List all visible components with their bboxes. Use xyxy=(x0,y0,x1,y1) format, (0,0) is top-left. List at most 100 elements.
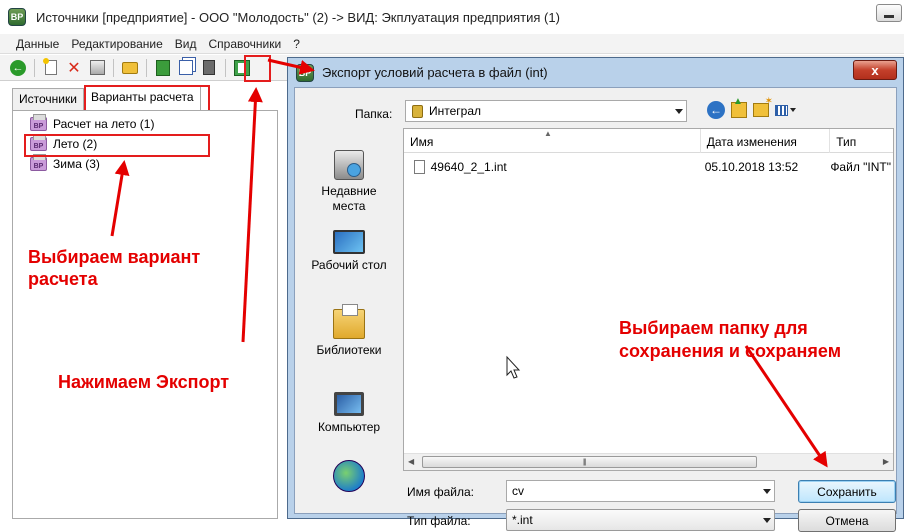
menu-edit[interactable]: Редактирование xyxy=(65,37,168,51)
back-icon[interactable]: ← xyxy=(707,101,725,119)
file-date: 05.10.2018 13:52 xyxy=(704,160,799,174)
place-label: Компьютер xyxy=(317,420,381,434)
column-date[interactable]: Дата изменения xyxy=(701,129,831,153)
desktop-icon xyxy=(333,230,365,254)
app-icon-text: BP xyxy=(298,67,312,78)
open-folder-icon xyxy=(122,61,138,74)
app-icon: BP xyxy=(8,8,26,26)
menu-view[interactable]: Вид xyxy=(169,37,203,51)
filename-label: Имя файла: xyxy=(407,485,474,499)
properties-icon xyxy=(89,60,105,75)
place-computer[interactable]: Компьютер xyxy=(299,392,399,435)
column-name[interactable]: ▲ Имя xyxy=(404,129,701,153)
document-icon xyxy=(203,60,215,75)
back-button[interactable]: ← xyxy=(8,58,28,78)
file-row[interactable]: 49640_2_1.int 05.10.2018 13:52 Файл "INT… xyxy=(408,157,891,177)
dialog-titlebar: BP Экспорт условий расчета в файл (int) … xyxy=(288,58,903,87)
grip-icon: ||| xyxy=(583,459,587,466)
toolbar-separator xyxy=(34,58,35,77)
folder-label: Папка: xyxy=(355,107,393,121)
export-highlight-box xyxy=(244,55,271,82)
minimize-button[interactable] xyxy=(876,4,902,22)
bp-icon-text: BP xyxy=(33,163,44,170)
new-folder-icon[interactable] xyxy=(753,96,773,117)
refresh-button[interactable] xyxy=(153,58,173,78)
column-type-label: Тип xyxy=(836,135,857,149)
column-type[interactable]: Тип xyxy=(830,129,893,153)
libraries-icon xyxy=(333,304,365,339)
copy-icon xyxy=(179,60,193,75)
refresh-icon xyxy=(156,59,170,76)
bp-icon-text: BP xyxy=(33,123,44,130)
variants-tree xyxy=(12,110,278,519)
filename-input[interactable]: cv xyxy=(506,480,775,502)
dialog-app-icon: BP xyxy=(296,63,314,82)
close-icon: x xyxy=(871,62,879,78)
recent-places-icon xyxy=(334,150,364,180)
document-button[interactable] xyxy=(199,58,219,78)
window-title: Источники [предприятие] - ООО "Молодость… xyxy=(36,9,560,25)
sort-up-icon: ▲ xyxy=(544,129,552,138)
annotation-press-export: Нажимаем Экспорт xyxy=(58,372,230,392)
app-icon-text: BP xyxy=(10,12,24,22)
folder-value: Интеграл xyxy=(429,104,482,118)
annotation-select-variant-line1: Выбираем вариант xyxy=(28,247,201,267)
menubar: Данные Редактирование Вид Справочники ? xyxy=(0,34,904,54)
menu-data[interactable]: Данные xyxy=(10,37,65,51)
column-name-label: Имя xyxy=(410,135,434,149)
filetype-label: Тип файла: xyxy=(407,514,471,528)
back-icon: ← xyxy=(10,59,26,76)
toolbar-separator xyxy=(225,58,226,77)
toolbar-separator xyxy=(146,58,147,77)
copy-button[interactable] xyxy=(176,58,196,78)
view-menu-icon[interactable] xyxy=(775,102,799,118)
chevron-down-icon xyxy=(675,109,683,114)
save-button[interactable]: Сохранить xyxy=(798,480,896,503)
filename-value: cv xyxy=(512,484,524,498)
scroll-left-icon[interactable]: ◀ xyxy=(408,457,414,466)
tree-item-winter[interactable]: BP Зима (3) xyxy=(30,154,100,171)
file-type: Файл "INT" xyxy=(830,160,891,174)
summer-highlight-box xyxy=(24,134,210,157)
close-button[interactable]: x xyxy=(853,60,897,80)
annotation-choose-folder: Выбираем папку для сохранения и сохраняе… xyxy=(619,317,841,363)
annotation-select-variant-line2: расчета xyxy=(28,269,98,289)
new-icon xyxy=(43,58,57,75)
horizontal-scrollbar[interactable]: ◀ ||| ▶ xyxy=(404,453,893,470)
chevron-down-icon[interactable] xyxy=(763,489,771,494)
tab-sources[interactable]: Источники xyxy=(12,88,84,110)
filetype-select[interactable]: *.int xyxy=(506,509,775,531)
cancel-button[interactable]: Отмена xyxy=(798,509,896,532)
place-label: Библиотеки xyxy=(316,343,382,357)
delete-button[interactable]: ✕ xyxy=(64,58,84,78)
file-name: 49640_2_1.int xyxy=(430,160,507,174)
file-list: ▲ Имя Дата изменения Тип 49640_2_1.int 0… xyxy=(403,128,894,471)
annotation-choose-folder-line2: сохранения и сохраняем xyxy=(619,341,842,361)
menu-references[interactable]: Справочники xyxy=(203,37,288,51)
properties-button[interactable] xyxy=(87,58,107,78)
up-folder-icon[interactable] xyxy=(731,96,747,118)
toolbar-separator xyxy=(113,58,114,77)
tab-highlight-box xyxy=(84,85,210,113)
place-desktop[interactable]: Рабочий стол xyxy=(299,230,399,273)
scroll-thumb[interactable]: ||| xyxy=(422,456,757,468)
tree-item-label: Зима (3) xyxy=(53,157,100,171)
folder-select[interactable]: Интеграл xyxy=(405,100,687,122)
place-label: Рабочий стол xyxy=(311,258,387,272)
new-button[interactable] xyxy=(41,58,61,78)
tree-item-summer-calc[interactable]: BP Расчет на лето (1) xyxy=(30,114,154,131)
bp-icon: BP xyxy=(30,154,47,171)
bp-icon: BP xyxy=(30,114,47,131)
file-icon xyxy=(414,160,425,174)
filetype-value: *.int xyxy=(512,513,533,527)
delete-icon: ✕ xyxy=(67,59,81,77)
minimize-icon xyxy=(884,15,894,18)
scroll-right-icon[interactable]: ▶ xyxy=(883,457,889,466)
annotation-choose-folder-line1: Выбираем папку для xyxy=(619,318,808,338)
file-list-header: ▲ Имя Дата изменения Тип xyxy=(404,129,893,153)
place-recent[interactable]: Недавние места xyxy=(299,150,399,214)
place-network[interactable] xyxy=(299,460,399,496)
open-button[interactable] xyxy=(120,58,140,78)
menu-help[interactable]: ? xyxy=(287,37,306,51)
place-libraries[interactable]: Библиотеки xyxy=(299,304,399,358)
